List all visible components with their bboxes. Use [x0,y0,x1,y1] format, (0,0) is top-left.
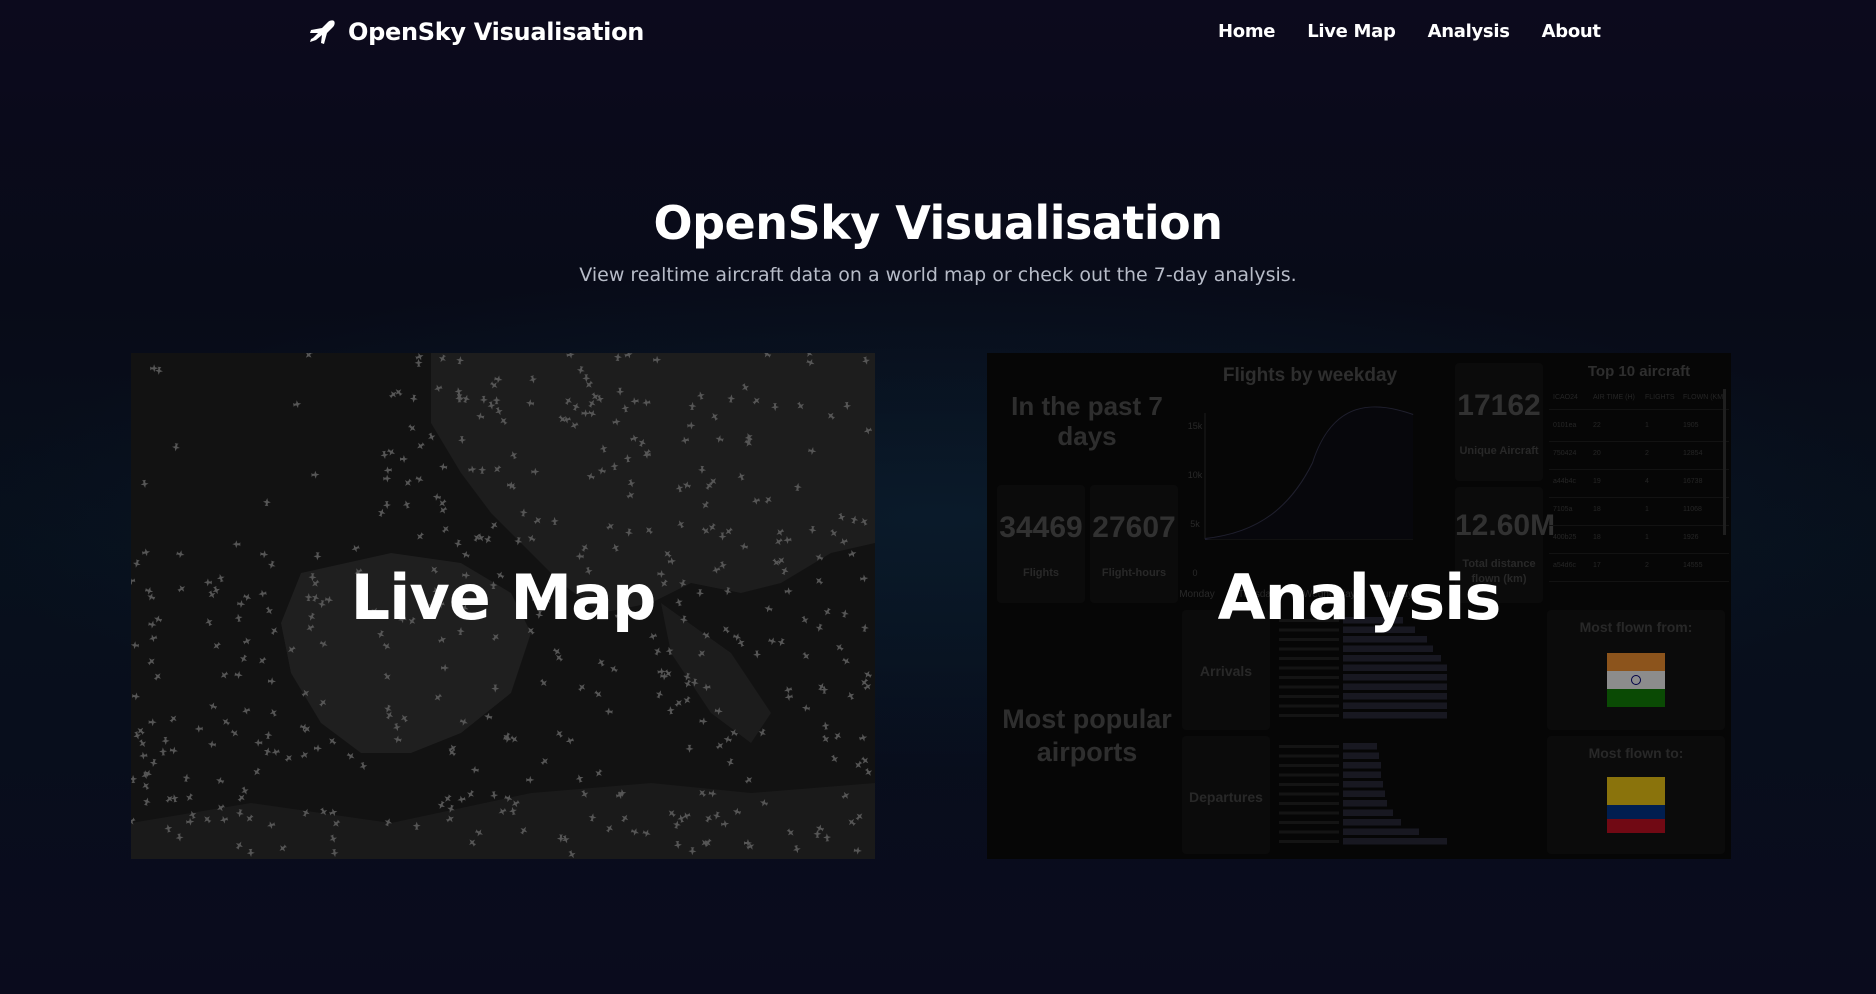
live-map-label: Live Map [350,561,657,634]
nav-live-map[interactable]: Live Map [1307,21,1396,42]
brand-name: OpenSky Visualisation [348,18,645,46]
hero-subtitle: View realtime aircraft data on a world m… [579,264,1297,286]
analysis-label: Analysis [1217,561,1502,634]
brand-link[interactable]: OpenSky Visualisation [306,16,644,48]
analysis-card[interactable]: In the past 7 days 34469 Flights 27607 F… [987,353,1731,859]
top-navbar: OpenSky Visualisation Home Live Map Anal… [0,0,1876,68]
hero-title: OpenSky Visualisation [653,196,1224,250]
nav-about[interactable]: About [1542,21,1601,42]
nav-home[interactable]: Home [1218,21,1276,42]
nav-analysis[interactable]: Analysis [1428,21,1510,42]
airplane-icon [310,20,335,44]
nav-links: Home Live Map Analysis About [1218,21,1601,42]
live-map-card[interactable]: Live Map [131,353,875,859]
